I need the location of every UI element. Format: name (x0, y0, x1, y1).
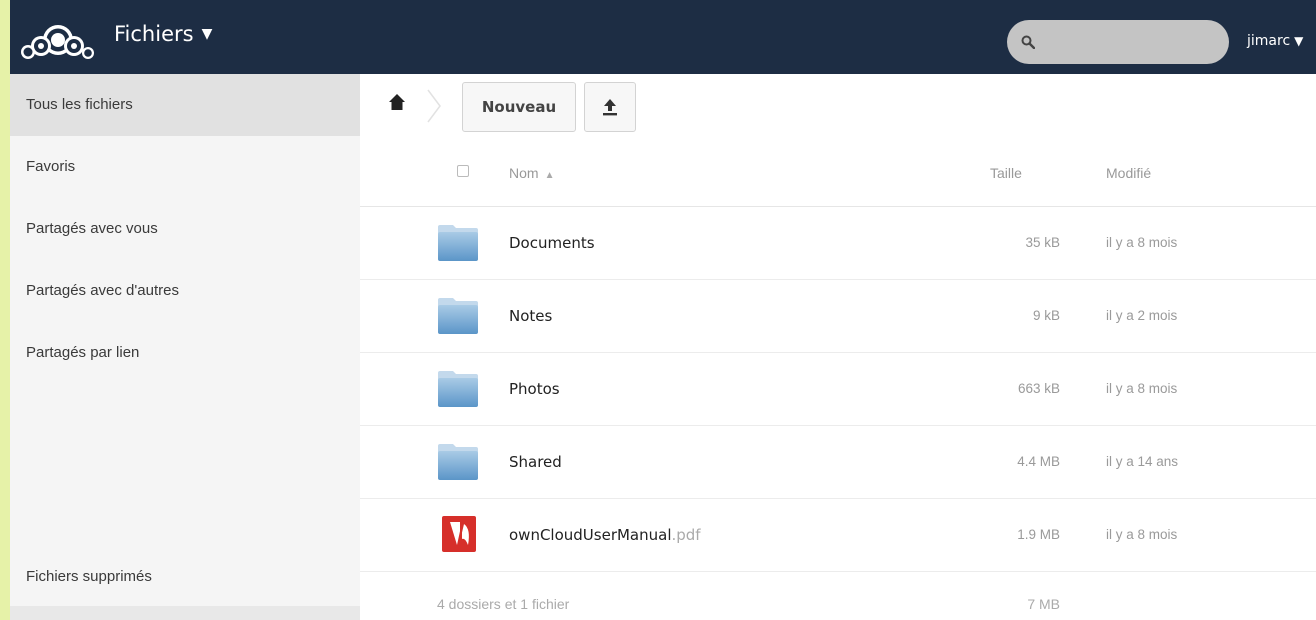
caret-down-icon: ▼ (201, 26, 213, 42)
folder-icon (438, 371, 478, 407)
column-name-header[interactable]: Nom ▲ (509, 140, 554, 209)
main-content: Nouveau Nom ▲ Taille Modifié Documents 3… (360, 74, 1316, 620)
sidebar-item-all-files[interactable]: Tous les fichiers (10, 74, 360, 136)
file-size: 9 kB (1032, 308, 1060, 323)
sidebar-item-shared-by-link[interactable]: Partagés par lien (10, 322, 360, 384)
file-modified: il y a 8 mois (1106, 235, 1178, 250)
file-name[interactable]: Documents (509, 207, 595, 279)
table-row[interactable]: Notes 9 kB il y a 2 mois (360, 280, 1316, 353)
owncloud-logo[interactable] (14, 16, 104, 62)
sidebar-item-label: Favoris (26, 158, 76, 175)
table-row[interactable]: Shared 4.4 MB il y a 14 ans (360, 426, 1316, 499)
file-modified: il y a 8 mois (1106, 381, 1178, 396)
summary-text: 4 dossiers et 1 fichier (437, 596, 570, 612)
controls-bar: Nouveau (360, 74, 1316, 140)
table-row[interactable]: Photos 663 kB il y a 8 mois (360, 353, 1316, 426)
app-window: Fichiers ▼ jimarc ▼ Tous les fichiers Fa… (10, 0, 1316, 620)
column-name-label: Nom (509, 165, 539, 181)
file-size: 35 kB (1025, 235, 1060, 250)
sidebar-item-shared-with-you[interactable]: Partagés avec vous (10, 198, 360, 260)
file-modified: il y a 2 mois (1106, 308, 1178, 323)
sidebar-item-label: Partagés avec d'autres (26, 282, 179, 299)
table-header: Nom ▲ Taille Modifié (360, 140, 1316, 207)
summary-size: 7 MB (1027, 596, 1060, 612)
app-name: Fichiers (114, 22, 194, 46)
sidebar-item-shared-with-others[interactable]: Partagés avec d'autres (10, 260, 360, 322)
column-modified-header[interactable]: Modifié (1106, 140, 1151, 206)
sidebar-item-label: Fichiers supprimés (26, 568, 152, 585)
file-name[interactable]: Notes (509, 280, 552, 352)
home-icon[interactable] (388, 93, 406, 111)
sidebar-item-label: Partagés avec vous (26, 220, 158, 237)
folder-icon (438, 298, 478, 334)
folder-icon (438, 225, 478, 261)
sidebar-item-label: Partagés par lien (26, 344, 140, 361)
upload-icon (603, 99, 617, 116)
select-all-checkbox[interactable] (457, 165, 469, 177)
sidebar-item-label: Tous les fichiers (26, 96, 133, 113)
settings-bar[interactable] (10, 606, 360, 620)
table-summary: 4 dossiers et 1 fichier 7 MB (360, 572, 1316, 620)
file-name[interactable]: ownCloudUserManual.pdf (509, 499, 701, 571)
pdf-icon (442, 516, 476, 552)
top-header: Fichiers ▼ jimarc ▼ (10, 0, 1316, 74)
table-row[interactable]: Documents 35 kB il y a 8 mois (360, 207, 1316, 280)
file-size: 1.9 MB (1017, 527, 1060, 542)
caret-down-icon: ▼ (1294, 34, 1304, 48)
search-input[interactable] (1043, 33, 1229, 51)
user-menu[interactable]: jimarc ▼ (1247, 33, 1303, 49)
file-size: 4.4 MB (1017, 454, 1060, 469)
file-name[interactable]: Shared (509, 426, 562, 498)
file-modified: il y a 8 mois (1106, 527, 1178, 542)
breadcrumb-separator-icon (427, 89, 441, 123)
file-modified: il y a 14 ans (1106, 454, 1179, 469)
table-row[interactable]: ownCloudUserManual.pdf 1.9 MB il y a 8 m… (360, 499, 1316, 572)
user-name: jimarc (1247, 33, 1291, 49)
folder-icon (438, 444, 478, 480)
search-icon (1021, 35, 1035, 49)
new-button[interactable]: Nouveau (462, 82, 576, 132)
upload-button[interactable] (584, 82, 636, 132)
file-table: Nom ▲ Taille Modifié Documents 35 kB il y… (360, 140, 1316, 620)
column-size-header[interactable]: Taille (990, 140, 1022, 206)
sidebar-item-favorites[interactable]: Favoris (10, 136, 360, 198)
sort-asc-icon: ▲ (544, 170, 555, 181)
file-name[interactable]: Photos (509, 353, 560, 425)
sidebar: Tous les fichiers Favoris Partagés avec … (10, 74, 360, 620)
file-size: 663 kB (1017, 381, 1060, 396)
app-menu[interactable]: Fichiers ▼ (114, 22, 212, 46)
search-box[interactable] (1007, 20, 1229, 64)
sidebar-item-deleted-files[interactable]: Fichiers supprimés (10, 546, 360, 608)
